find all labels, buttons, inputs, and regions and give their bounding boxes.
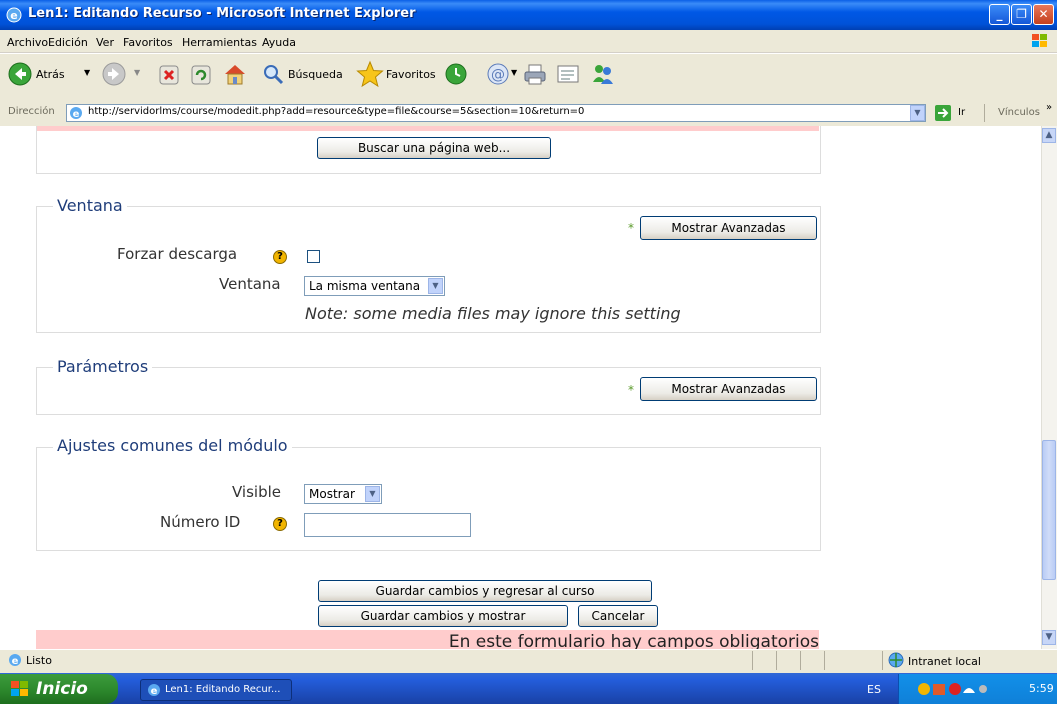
- menu-archivo[interactable]: Archivo: [7, 36, 48, 49]
- taskbar-item-ie[interactable]: e Len1: Editando Recur...: [140, 679, 292, 701]
- page-status-icon: e: [9, 654, 21, 667]
- save-and-show-button[interactable]: Guardar cambios y mostrar: [318, 605, 568, 627]
- divider: [882, 651, 883, 670]
- clock: 5:59: [1029, 682, 1054, 695]
- visible-select[interactable]: Mostrar ▼: [304, 484, 382, 504]
- menu-favoritos[interactable]: Favoritos: [123, 36, 173, 49]
- status-text: Listo: [26, 654, 52, 667]
- id-number-label: Número ID: [160, 513, 241, 531]
- ajustes-legend: Ajustes comunes del módulo: [53, 436, 292, 455]
- search-icon[interactable]: [262, 63, 284, 85]
- window-label: Ventana: [219, 275, 281, 293]
- window-title: Len1: Editando Recurso - Microsoft Inter…: [28, 6, 416, 21]
- help-icon[interactable]: ?: [273, 517, 287, 531]
- divider: [752, 651, 753, 670]
- back-label[interactable]: Atrás: [36, 68, 65, 81]
- back-arrow-icon[interactable]: [8, 62, 32, 86]
- cancel-button[interactable]: Cancelar: [578, 605, 658, 627]
- menu-herramientas[interactable]: Herramientas: [182, 36, 257, 49]
- help-icon[interactable]: ?: [273, 250, 287, 264]
- page-icon: e: [70, 107, 82, 120]
- address-label: Dirección: [8, 106, 55, 117]
- start-button[interactable]: Inicio: [0, 674, 118, 704]
- required-notice: En este formulario hay campos obligatori…: [448, 632, 819, 649]
- chevron-down-icon[interactable]: ▼: [365, 486, 380, 502]
- svg-text:e: e: [73, 109, 80, 120]
- stop-icon[interactable]: [158, 64, 180, 86]
- print-icon[interactable]: [522, 62, 548, 86]
- page-content: Buscar una página web... Ventana * Mostr…: [0, 126, 1041, 649]
- maximize-button[interactable]: ❐: [1011, 4, 1032, 25]
- links-label[interactable]: Vínculos: [998, 107, 1040, 118]
- tray-icons[interactable]: [917, 681, 987, 697]
- language-indicator[interactable]: ES: [867, 683, 881, 696]
- scroll-up-icon[interactable]: ▲: [1042, 128, 1056, 143]
- chevron-down-icon[interactable]: ▼: [428, 278, 443, 294]
- intranet-zone-icon: [888, 652, 904, 668]
- edit-icon[interactable]: [556, 63, 580, 85]
- forward-arrow-icon[interactable]: [102, 62, 126, 86]
- home-icon[interactable]: [222, 62, 248, 86]
- svg-text:e: e: [151, 686, 158, 697]
- divider: [800, 651, 801, 670]
- svg-text:@: @: [491, 67, 505, 83]
- search-label[interactable]: Búsqueda: [288, 68, 343, 81]
- windows-flag-icon: [11, 681, 28, 696]
- system-tray: 5:59: [898, 674, 1057, 704]
- divider: [776, 651, 777, 670]
- back-dropdown-icon[interactable]: ▼: [84, 68, 90, 77]
- scroll-down-icon[interactable]: ▼: [1042, 630, 1056, 645]
- close-button[interactable]: ✕: [1033, 4, 1054, 25]
- start-label: Inicio: [36, 679, 88, 699]
- messenger-icon[interactable]: [590, 62, 616, 86]
- advanced-star: *: [628, 383, 634, 397]
- ie-icon: e: [6, 7, 22, 23]
- address-dropdown-icon[interactable]: ▼: [910, 105, 925, 121]
- favorites-star-icon[interactable]: [356, 60, 384, 88]
- save-and-return-button[interactable]: Guardar cambios y regresar al curso: [318, 580, 652, 602]
- required-notice-box: En este formulario hay campos obligatori…: [36, 630, 819, 649]
- search-web-page-button[interactable]: Buscar una página web...: [317, 137, 551, 159]
- favorites-label[interactable]: Favoritos: [386, 68, 436, 81]
- scroll-thumb[interactable]: [1042, 440, 1056, 580]
- window-select[interactable]: La misma ventana ▼: [304, 276, 445, 296]
- divider: [824, 651, 825, 670]
- links-chevron-icon[interactable]: »: [1046, 102, 1052, 113]
- menu-ver[interactable]: Ver: [96, 36, 114, 49]
- window-select-value: La misma ventana: [309, 279, 421, 293]
- ventana-legend: Ventana: [53, 196, 127, 215]
- menu-edicion[interactable]: Edición: [48, 36, 88, 49]
- svg-text:e: e: [10, 9, 17, 22]
- taskbar-item-label: Len1: Editando Recur...: [165, 684, 281, 695]
- ie-icon: e: [148, 684, 160, 697]
- parametros-legend: Parámetros: [53, 357, 153, 376]
- svg-text:e: e: [12, 656, 19, 667]
- refresh-icon[interactable]: [190, 64, 212, 86]
- divider: [984, 104, 985, 122]
- zone-text: Intranet local: [908, 655, 981, 668]
- mail-icon[interactable]: @: [486, 62, 510, 86]
- menu-ayuda[interactable]: Ayuda: [262, 36, 296, 49]
- media-note: Note: some media files may ignore this s…: [305, 304, 681, 323]
- history-icon[interactable]: [444, 62, 468, 86]
- forward-dropdown-icon[interactable]: ▼: [134, 68, 140, 77]
- address-url[interactable]: http://servidorlms/course/modedit.php?ad…: [88, 106, 584, 117]
- advanced-star: *: [628, 221, 634, 235]
- visible-select-value: Mostrar: [309, 487, 355, 501]
- minimize-button[interactable]: _: [989, 4, 1010, 25]
- go-arrow-icon[interactable]: [934, 104, 952, 122]
- windows-flag-icon: [1032, 34, 1047, 47]
- go-label[interactable]: Ir: [958, 107, 965, 118]
- id-number-input[interactable]: [304, 513, 471, 537]
- ventana-advanced-button[interactable]: Mostrar Avanzadas: [640, 216, 817, 240]
- mail-dropdown-icon[interactable]: ▼: [511, 68, 517, 77]
- visible-label: Visible: [232, 483, 281, 501]
- force-download-label: Forzar descarga: [117, 245, 238, 263]
- parametros-advanced-button[interactable]: Mostrar Avanzadas: [640, 377, 817, 401]
- force-download-checkbox[interactable]: [307, 250, 320, 263]
